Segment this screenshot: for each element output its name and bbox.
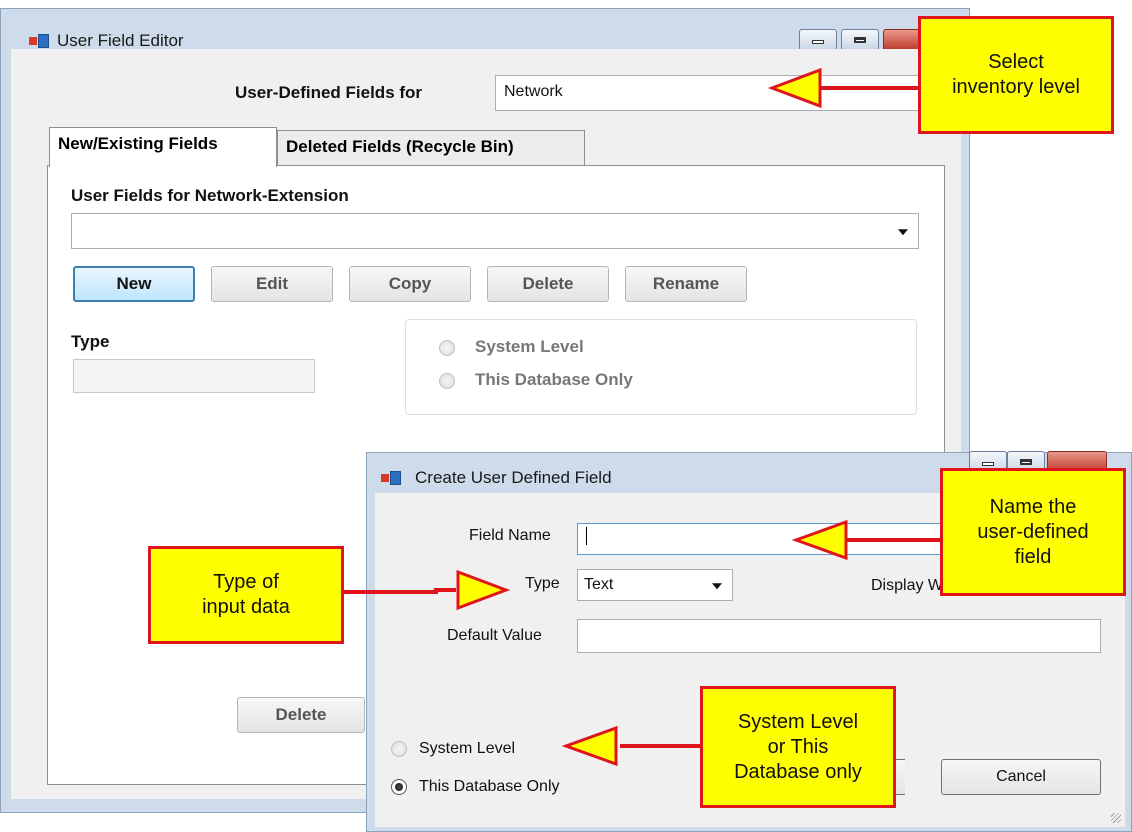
default-value-label: Default Value xyxy=(447,627,542,644)
system-level-label: System Level xyxy=(475,337,584,356)
default-value-input[interactable] xyxy=(577,619,1101,653)
chevron-down-icon xyxy=(898,229,908,236)
type-dropdown-value: Text xyxy=(584,576,614,593)
minimize-icon xyxy=(982,462,994,467)
maximize-button[interactable] xyxy=(841,29,879,51)
callout-line: or This xyxy=(767,735,829,758)
close-button[interactable] xyxy=(883,29,923,51)
type-field xyxy=(73,359,315,393)
callout-line: System Level xyxy=(737,710,859,733)
callout-line: Database only xyxy=(734,760,862,783)
text-cursor xyxy=(586,527,587,545)
dialog-system-level-label: System Level xyxy=(419,740,516,757)
inventory-level-input[interactable]: Network xyxy=(495,75,945,111)
maximize-icon xyxy=(854,37,866,43)
field-name-input[interactable] xyxy=(577,523,987,555)
maximize-icon xyxy=(1020,459,1032,465)
dialog-this-database-label: This Database Only xyxy=(419,778,560,795)
callout-scope: System Level or This Database only xyxy=(700,686,896,808)
callout-name-field: Name the user-defined field xyxy=(940,468,1126,596)
callout-line: Select xyxy=(988,51,1044,73)
edit-button[interactable]: Edit xyxy=(211,266,333,302)
type-label: Type xyxy=(71,332,110,351)
user-fields-dropdown[interactable] xyxy=(71,213,919,249)
callout-select-inventory-level: Select inventory level xyxy=(918,16,1114,134)
callout-line: field xyxy=(1014,545,1052,568)
callout-line: user-defined xyxy=(977,520,1089,543)
new-button[interactable]: New xyxy=(73,266,195,302)
display-width-label: Display W xyxy=(871,577,944,594)
minimize-button[interactable] xyxy=(799,29,837,51)
chevron-down-icon xyxy=(712,583,722,590)
callout-line: input data xyxy=(202,596,290,618)
copy-button[interactable]: Copy xyxy=(349,266,471,302)
tab-new-existing-fields[interactable]: New/Existing Fields xyxy=(49,127,277,167)
inventory-level-label: User-Defined Fields for xyxy=(235,83,423,102)
tab-deleted-fields[interactable]: Deleted Fields (Recycle Bin) xyxy=(277,130,585,166)
field-name-label: Field Name xyxy=(469,527,551,544)
cancel-button[interactable]: Cancel xyxy=(941,759,1101,795)
callout-line: Type of xyxy=(213,571,279,593)
dialog-title: Create User Defined Field xyxy=(415,468,612,487)
system-level-radio[interactable] xyxy=(439,340,455,356)
rename-button[interactable]: Rename xyxy=(625,266,747,302)
dialog-system-level-radio[interactable] xyxy=(391,741,407,757)
resize-grip[interactable] xyxy=(1111,813,1121,823)
this-database-radio[interactable] xyxy=(439,373,455,389)
minimize-icon xyxy=(812,40,824,45)
callout-line: inventory level xyxy=(952,76,1080,98)
dialog-app-icon xyxy=(381,471,401,485)
this-database-label: This Database Only xyxy=(475,370,633,389)
window-title: User Field Editor xyxy=(57,31,184,50)
dialog-this-database-radio[interactable] xyxy=(391,779,407,795)
dialog-type-label: Type xyxy=(525,575,560,592)
callout-line: Name the xyxy=(989,495,1077,518)
app-icon xyxy=(29,34,49,48)
user-fields-label: User Fields for Network-Extension xyxy=(71,186,349,205)
bottom-delete-button[interactable]: Delete xyxy=(237,697,365,733)
delete-button[interactable]: Delete xyxy=(487,266,609,302)
callout-type-of-input: Type of input data xyxy=(148,546,344,644)
type-dropdown[interactable]: Text xyxy=(577,569,733,601)
scope-group xyxy=(405,319,917,415)
